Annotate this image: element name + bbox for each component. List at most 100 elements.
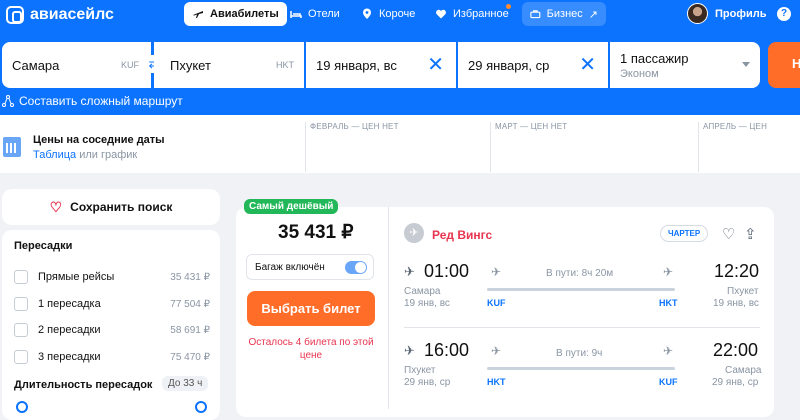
takeoff-icon: ✈ — [491, 265, 502, 279]
help-icon[interactable]: ? — [777, 7, 791, 21]
segment-divider — [404, 327, 760, 328]
passengers-field[interactable]: 1 пассажир Эконом — [610, 42, 760, 88]
flight-line — [487, 288, 675, 291]
filter-label: 3 пересадки — [38, 351, 101, 363]
plane-icon — [193, 11, 203, 18]
departure-city: Пхукет — [404, 365, 436, 376]
heart-icon — [436, 9, 446, 19]
nav-hotels[interactable]: Отели — [282, 2, 348, 26]
origin-field[interactable]: Самара KUF — [2, 42, 151, 88]
filter-label: 2 пересадки — [38, 324, 101, 336]
transfers-title: Пересадки — [14, 240, 73, 252]
flight-line — [487, 367, 675, 370]
share-icon[interactable]: ⇪ — [744, 225, 757, 243]
airline-name: Ред Вингс — [432, 228, 493, 242]
arrival-city: Пхукет — [727, 286, 759, 297]
nav-shorter-label: Короче — [379, 8, 416, 20]
table-link[interactable]: Таблица — [33, 149, 76, 161]
to-code: KUF — [659, 377, 678, 387]
profile-button[interactable]: Профиль — [687, 3, 766, 24]
flight-duration: В пути: 9ч — [556, 348, 603, 359]
location-icon — [363, 8, 371, 19]
baggage-toggle[interactable]: Багаж включён — [246, 254, 374, 280]
clear-return-icon[interactable]: ✕ — [579, 55, 596, 75]
pin-icon[interactable]: ✈ — [404, 343, 415, 359]
depart-date-field[interactable]: 19 января, вс ✕ — [306, 42, 456, 88]
filter-price: 77 504 ₽ — [170, 298, 210, 310]
duration-title: Длительность пересадок — [14, 379, 153, 391]
filter-price: 75 470 ₽ — [170, 351, 210, 363]
month-divider — [698, 122, 699, 172]
departure-time: 16:00 — [424, 340, 470, 360]
to-code: HKT — [659, 298, 678, 308]
chevron-down-icon — [742, 62, 750, 67]
ticket-price: 35 431 ₽ — [278, 222, 354, 243]
favorite-heart-icon[interactable]: ♡ — [722, 225, 735, 243]
nearby-dates-title: Цены на соседние даты — [33, 134, 165, 146]
seats-left-text: Осталось 4 билета по этой цене — [248, 337, 374, 361]
filter-direct[interactable]: Прямые рейсы 35 431 ₽ — [14, 269, 210, 285]
nav-favorites-label: Избранное — [453, 8, 509, 20]
complex-route-label: Составить сложный маршрут — [19, 94, 183, 108]
heart-icon: ♡ — [49, 198, 63, 215]
graph-link[interactable]: график — [101, 149, 137, 161]
logo-icon — [6, 6, 24, 24]
arrival-date: 19 янв, вс — [713, 298, 759, 309]
from-code: HKT — [487, 377, 506, 387]
departure-date: 29 янв, ср — [404, 377, 451, 388]
duration-slider-min[interactable] — [16, 401, 28, 413]
buy-ticket-button[interactable]: Выбрать билет — [247, 291, 375, 326]
briefcase-icon — [530, 10, 541, 19]
filter-1-transfer[interactable]: 1 пересадка 77 504 ₽ — [14, 296, 210, 312]
notification-dot — [506, 4, 511, 9]
charter-badge: ЧАРТЕР — [660, 225, 709, 242]
landing-icon: ✈ — [663, 265, 674, 279]
checkbox[interactable] — [14, 350, 28, 364]
complex-route-link[interactable]: Составить сложный маршрут — [2, 94, 183, 108]
route-icon — [2, 95, 14, 107]
save-search-label: Сохранить поиск — [70, 200, 173, 214]
month-divider — [490, 122, 491, 172]
toggle-switch[interactable] — [345, 261, 367, 274]
month-label: МАРТ — ЦЕН НЕТ — [495, 122, 568, 131]
bed-icon — [290, 11, 302, 18]
departure-city: Самара — [404, 286, 441, 297]
flight-duration: В пути: 8ч 20м — [546, 268, 614, 279]
cheapest-badge: Самый дешёвый — [244, 199, 339, 214]
logo[interactable]: авиасейлс — [6, 4, 114, 26]
filter-2-transfers[interactable]: 2 пересадки 58 691 ₽ — [14, 322, 210, 338]
arrival-time: 22:00 — [713, 340, 759, 360]
checkbox[interactable] — [14, 323, 28, 337]
destination-code: HKT — [276, 60, 294, 70]
nav-shorter[interactable]: Короче — [353, 2, 423, 26]
duration-slider-max[interactable] — [195, 401, 207, 413]
pin-icon[interactable]: ✈ — [404, 264, 415, 280]
month-divider — [305, 122, 306, 172]
nav-flights[interactable]: Авиабилеты — [184, 2, 287, 26]
month-label: ФЕВРАЛЬ — ЦЕН НЕТ — [310, 122, 399, 131]
month-label: АПРЕЛЬ — ЦЕН — [703, 122, 768, 131]
filter-3-transfers[interactable]: 3 пересадки 75 470 ₽ — [14, 349, 210, 365]
origin-code: KUF — [121, 60, 139, 70]
destination-field[interactable]: Пхукет HKT — [154, 42, 304, 88]
save-search-button[interactable]: ♡ Сохранить поиск — [2, 189, 220, 225]
find-button[interactable]: Н — [768, 42, 800, 88]
filter-label: Прямые рейсы — [38, 271, 115, 283]
checkbox[interactable] — [14, 297, 28, 311]
clear-depart-icon[interactable]: ✕ — [427, 55, 444, 75]
depart-date-value: 19 января, вс — [316, 57, 397, 73]
return-date-field[interactable]: 29 января, ср ✕ — [458, 42, 608, 88]
nav-business[interactable]: Бизнес ↗ — [522, 2, 606, 26]
nearby-dates-links: Таблица или график — [33, 149, 137, 161]
baggage-label: Багаж включён — [255, 261, 325, 273]
checkbox[interactable] — [14, 270, 28, 284]
departure-time: 01:00 — [424, 261, 470, 281]
airline-logo-icon: ✈ — [404, 223, 424, 243]
filter-label: 1 пересадка — [38, 298, 101, 310]
destination-value: Пхукет — [170, 57, 211, 73]
nav-favorites[interactable]: Избранное — [427, 2, 517, 26]
arrival-city: Самара — [725, 365, 762, 376]
nav-flights-label: Авиабилеты — [210, 8, 279, 20]
filter-price: 35 431 ₽ — [170, 271, 210, 283]
filter-price: 58 691 ₽ — [170, 324, 210, 336]
